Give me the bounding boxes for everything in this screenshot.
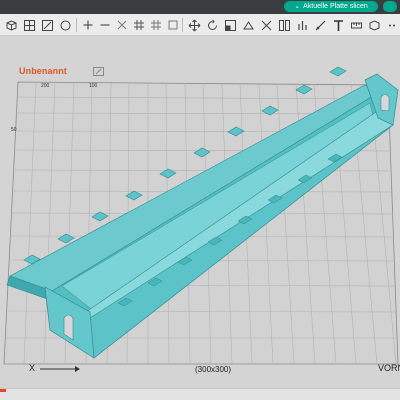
plate-size-label: (300x300)	[195, 365, 232, 374]
plate-name[interactable]: Unbenannt	[19, 66, 67, 76]
tick-label-200: 200	[41, 83, 50, 89]
right-end-notch	[380, 94, 390, 112]
tick-label-100: 100	[89, 83, 98, 89]
status-bar	[0, 388, 400, 400]
build-plate-scene[interactable]	[0, 0, 400, 400]
progress-indicator	[0, 389, 6, 392]
x-axis-label: X	[29, 363, 36, 373]
x-axis-arrowhead	[75, 366, 80, 372]
tick-label-50: 50	[11, 127, 17, 133]
front-label: VORN	[378, 363, 400, 373]
edit-icon[interactable]	[93, 67, 104, 76]
